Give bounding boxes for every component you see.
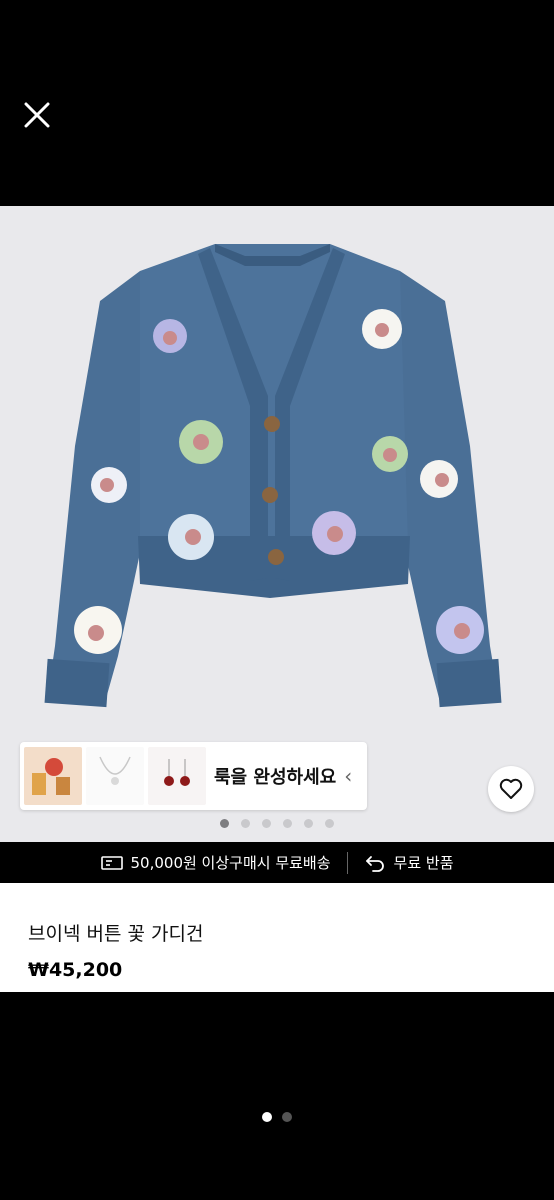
chevron-left-icon[interactable]: ‹ [344,764,352,788]
top-bar [0,0,554,206]
product-price: ₩45,200 [28,959,123,981]
free-shipping-text: 50,000원 이상구매시 무료배송 [130,854,331,872]
free-shipping-info[interactable]: 50,000원 이상구매시 무료배송 [100,852,331,873]
divider [346,851,348,874]
gallery-page-dots [0,1112,554,1122]
wishlist-button[interactable] [488,766,534,812]
delivery-icon [100,855,123,870]
earrings-icon [148,747,206,805]
heart-icon [499,778,523,799]
look-thumbnail[interactable] [148,747,206,805]
carousel-dot[interactable] [283,819,292,828]
necklace-icon [86,747,144,805]
carousel-dot[interactable] [325,819,334,828]
photo-icon [24,747,82,805]
free-return-text: 무료 반품 [393,854,454,872]
carousel-dot[interactable] [241,819,250,828]
free-return-info[interactable]: 무료 반품 [364,852,454,873]
close-icon [24,102,50,128]
image-carousel-dots [0,819,554,833]
complete-the-look-bar[interactable]: 룩을 완성하세요 ‹ [20,742,367,810]
carousel-dot[interactable] [262,819,271,828]
product-info: 브이넥 버튼 꽃 가디건 ₩45,200 [0,883,554,992]
close-button[interactable] [18,96,56,134]
look-thumbnail[interactable] [86,747,144,805]
look-thumbnail[interactable] [24,747,82,805]
gallery-dot[interactable] [282,1112,292,1122]
carousel-dot[interactable] [304,819,313,828]
return-icon [365,855,384,872]
carousel-dot[interactable] [220,819,229,828]
gallery-dot[interactable] [262,1112,272,1122]
complete-look-label: 룩을 완성하세요 [214,767,337,788]
product-title: 브이넥 버튼 꽃 가디건 [28,923,204,945]
promo-bar: 50,000원 이상구매시 무료배송 무료 반품 [0,842,554,883]
